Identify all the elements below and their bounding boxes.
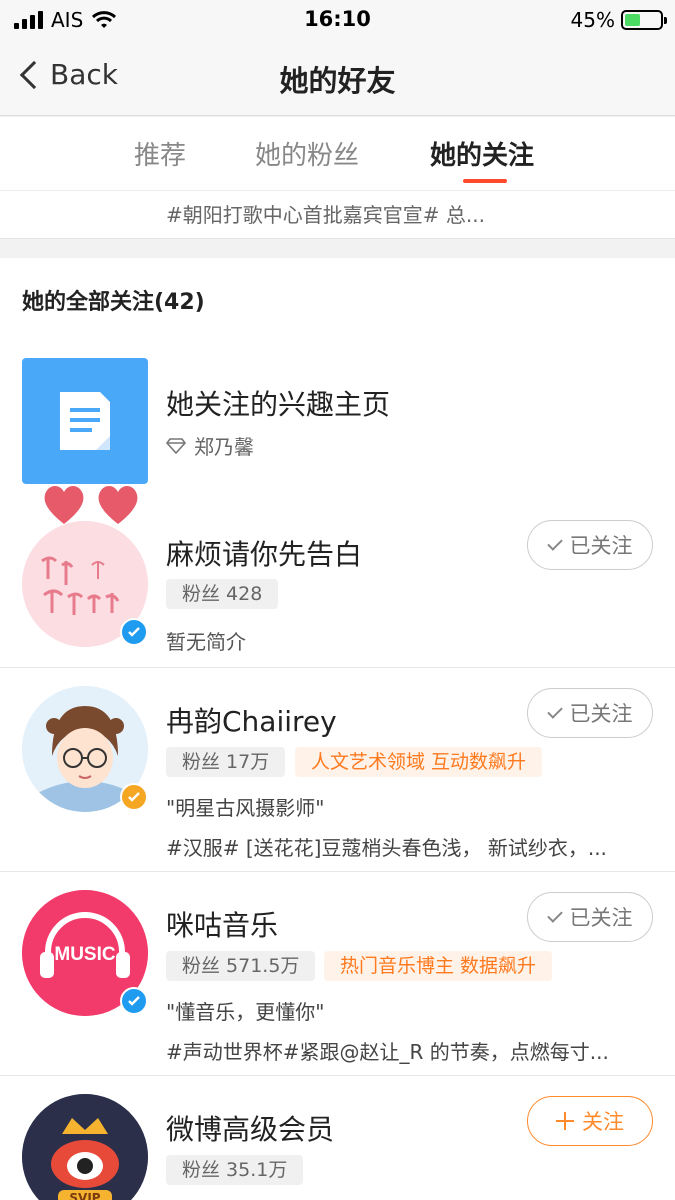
- fans-count: 粉丝 17万: [166, 747, 286, 777]
- battery-icon: [621, 10, 667, 30]
- user-bio: 暂无简介: [166, 630, 246, 654]
- check-icon: [546, 703, 563, 719]
- list-item[interactable]: 冉韵Chaiirey 粉丝 17万 人文艺术领域 互动数飙升 "明星古风摄影师"…: [0, 668, 675, 872]
- fans-count: 粉丝 571.5万: [166, 951, 316, 981]
- verified-badge-icon: [120, 618, 148, 646]
- following-label: 已关注: [569, 702, 633, 726]
- fans-count: 粉丝 35.1万: [166, 1155, 304, 1185]
- user-name[interactable]: 麻烦请你先告白: [166, 533, 362, 573]
- section-title: 她的全部关注(42): [22, 290, 205, 315]
- previous-item-snippet[interactable]: #朝阳打歌中心首批嘉宾官宣# 总...: [0, 191, 675, 239]
- check-icon: [546, 907, 563, 923]
- following-button[interactable]: 已关注: [527, 520, 653, 570]
- plus-icon: [556, 1112, 574, 1130]
- interest-page-icon: [22, 358, 148, 484]
- list-item[interactable]: 麻烦请你先告白 粉丝 428 暂无简介 已关注: [0, 483, 675, 668]
- hot-tag: 热门音乐博主 数据飙升: [324, 951, 553, 981]
- music-logo-text: MUSIC: [54, 944, 116, 965]
- list-item[interactable]: SVIP 微博高级会员 粉丝 35.1万 关注: [0, 1076, 675, 1200]
- tab-recommended[interactable]: 推荐: [134, 135, 186, 172]
- active-tab-indicator: [463, 179, 507, 183]
- check-icon: [546, 535, 563, 551]
- following-label: 已关注: [569, 906, 633, 930]
- nav-bar: Back 她的好友: [0, 38, 675, 116]
- snippet-text: #朝阳打歌中心首批嘉宾官宣# 总...: [166, 203, 485, 227]
- following-button[interactable]: 已关注: [527, 892, 653, 942]
- latest-post[interactable]: #汉服# [送花花]豆蔻梢头春色浅， 新试纱衣，...: [166, 832, 607, 861]
- avatar[interactable]: SVIP: [22, 1094, 148, 1200]
- list-item[interactable]: MUSIC 咪咕音乐 粉丝 571.5万 热门音乐博主 数据飙升 "懂音乐，更懂…: [0, 872, 675, 1076]
- interest-page-title: 她关注的兴趣主页: [166, 388, 391, 421]
- follow-label: 关注: [582, 1110, 624, 1134]
- tab-bar: 推荐 她的粉丝 她的关注: [0, 117, 675, 191]
- latest-post[interactable]: #声动世界杯#紧跟@赵让_R 的节奏，点燃每寸...: [166, 1036, 609, 1065]
- status-bar: AIS 16:10 45%: [0, 0, 675, 38]
- interest-page-owner: 郑乃馨: [166, 431, 254, 460]
- owner-name: 郑乃馨: [194, 435, 254, 459]
- follow-button[interactable]: 关注: [527, 1096, 653, 1146]
- verified-badge-icon: [120, 987, 148, 1015]
- tab-her-following[interactable]: 她的关注: [430, 135, 534, 172]
- user-bio: "懂音乐，更懂你": [166, 1000, 325, 1024]
- status-right: 45%: [570, 8, 667, 32]
- tab-her-fans[interactable]: 她的粉丝: [255, 135, 359, 172]
- user-name[interactable]: 冉韵Chaiirey: [166, 700, 337, 740]
- diamond-icon: [166, 437, 186, 454]
- user-bio: "明星古风摄影师": [166, 796, 325, 820]
- hot-tag: 人文艺术领域 互动数飙升: [295, 747, 543, 777]
- following-label: 已关注: [569, 534, 633, 558]
- user-name[interactable]: 微博高级会员: [166, 1108, 334, 1148]
- following-list-section: 她的全部关注(42) 她关注的兴趣主页 郑乃馨 麻烦请你先告白 粉丝 428 暂…: [0, 258, 675, 1200]
- battery-percent: 45%: [570, 8, 615, 32]
- interest-page-row[interactable]: 她关注的兴趣主页 郑乃馨: [0, 353, 675, 484]
- verified-badge-icon: [120, 783, 148, 811]
- page-title: 她的好友: [279, 64, 396, 98]
- following-button[interactable]: 已关注: [527, 688, 653, 738]
- svip-label: SVIP: [69, 1191, 101, 1200]
- user-name[interactable]: 咪咕音乐: [166, 904, 278, 944]
- fans-count: 粉丝 428: [166, 579, 279, 609]
